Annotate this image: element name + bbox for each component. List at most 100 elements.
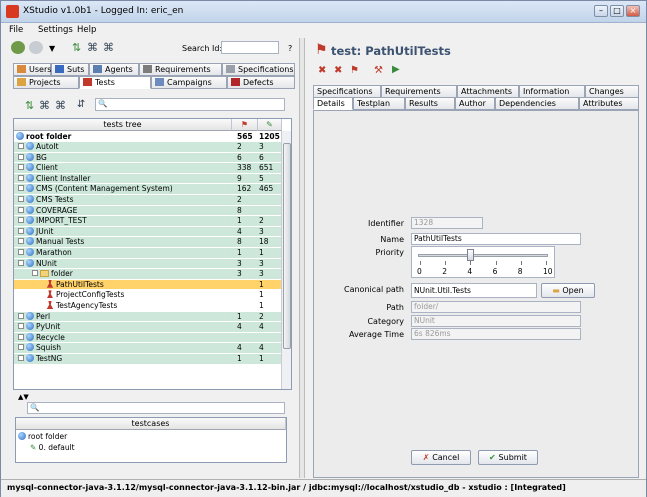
delete-test-icon[interactable]: ✖ — [318, 65, 326, 76]
expand-toggle-icon[interactable] — [32, 270, 38, 277]
tree-row[interactable]: TestAgencyTests 1 — [14, 301, 282, 311]
tree-scrollbar-thumb[interactable] — [283, 143, 291, 349]
tree-root-row[interactable]: root folder 565 1205 — [14, 132, 282, 142]
cancel-button[interactable]: ✗ Cancel — [411, 450, 471, 465]
move-test-icon[interactable]: ⚑ — [350, 65, 359, 76]
expand-toggle-icon[interactable] — [18, 206, 24, 213]
expand-toggle-icon[interactable] — [18, 344, 24, 351]
tab-testplan[interactable]: Testplan — [353, 97, 405, 110]
tree-row[interactable]: Marathon 1 1 — [14, 248, 282, 258]
expand-toggle-icon[interactable] — [18, 185, 24, 192]
tree-refresh-icon[interactable]: ⇅ — [25, 99, 34, 112]
tree-header[interactable]: tests tree — [14, 119, 232, 131]
tree-row[interactable]: folder 3 3 — [14, 269, 282, 279]
testcase-item[interactable]: ✎ 0. default — [30, 443, 75, 452]
tree-row[interactable]: Client Installer 9 5 — [14, 173, 282, 184]
forward-icon[interactable] — [29, 41, 43, 54]
testcase-filter-input[interactable]: 🔍 — [27, 402, 285, 414]
minimize-button[interactable]: – — [594, 5, 608, 17]
close-button[interactable]: × — [626, 5, 640, 17]
expand-toggle-icon[interactable] — [18, 259, 24, 266]
tab-attributes[interactable]: Attributes — [579, 97, 639, 110]
tree-row[interactable]: AutoIt 2 3 — [14, 142, 282, 152]
tree-row[interactable]: PathUtilTests 1 — [14, 279, 282, 290]
expand-toggle-icon[interactable] — [18, 153, 24, 160]
splitter-arrows-icon[interactable]: ▲▼ — [18, 393, 29, 401]
edit-test-icon[interactable]: ⚒ — [374, 65, 383, 76]
open-button[interactable]: ▬ Open — [541, 283, 595, 298]
tab-requirements[interactable]: Requirements — [139, 63, 222, 76]
testcases-count-header-icon[interactable]: ✎ — [258, 119, 282, 131]
help-icon[interactable]: ? — [288, 44, 292, 53]
tab-specifications[interactable]: Specifications — [222, 63, 295, 76]
search-id-input[interactable] — [221, 41, 279, 54]
tree-row[interactable]: CMS (Content Management System) 162 465 — [14, 184, 282, 194]
maximize-button[interactable]: □ — [610, 5, 624, 17]
tree-row-label: PathUtilTests — [56, 279, 104, 289]
tree-expand-icon[interactable]: ⌘ — [39, 99, 50, 112]
tab-tests[interactable]: Tests — [79, 76, 151, 89]
menu-help[interactable]: Help — [77, 25, 96, 35]
tree-collapse-icon[interactable]: ⌘ — [55, 99, 66, 112]
tree-row[interactable]: Client 338 651 — [14, 163, 282, 173]
tab-defects[interactable]: Defects — [227, 76, 295, 89]
testcases-header[interactable]: testcases — [16, 418, 286, 430]
expand-toggle-icon[interactable] — [18, 196, 24, 202]
priority-slider[interactable]: 0 2 4 6 8 10 — [411, 246, 555, 278]
expand-toggle-icon[interactable] — [18, 227, 24, 234]
expand-toggle-icon[interactable] — [18, 355, 24, 361]
tree-scrollbar[interactable] — [281, 131, 291, 389]
expand-all-icon[interactable]: ⌘ — [87, 41, 98, 54]
tests-count-header-icon[interactable]: ⚑ — [232, 119, 258, 131]
refresh-icon[interactable]: ⇅ — [72, 41, 81, 54]
tab-projects[interactable]: Projects — [13, 76, 79, 89]
tree-row[interactable]: TestNG 1 1 — [14, 354, 282, 364]
tab-results[interactable]: Results — [405, 97, 455, 110]
tree-row[interactable]: Recycle — [14, 332, 282, 343]
tree-filter-input[interactable]: 🔍 — [95, 98, 285, 111]
canonical-path-field[interactable]: NUnit.Util.Tests — [411, 283, 537, 298]
expand-toggle-icon[interactable] — [18, 217, 24, 224]
tests-count: 3 — [237, 269, 242, 279]
tree-row[interactable]: JUnit 4 3 — [14, 226, 282, 237]
tree-row[interactable]: Manual Tests 8 18 — [14, 237, 282, 247]
tab-suts[interactable]: Suts — [51, 63, 89, 76]
tree-row[interactable]: IMPORT_TEST 1 2 — [14, 216, 282, 226]
tree-row[interactable]: COVERAGE 8 — [14, 205, 282, 216]
tree-row[interactable]: CMS Tests 2 — [14, 195, 282, 205]
tree-row[interactable]: BG 6 6 — [14, 152, 282, 163]
tree-row[interactable]: Squish 4 4 — [14, 343, 282, 353]
submit-button[interactable]: ✔ Submit — [478, 450, 538, 465]
expand-toggle-icon[interactable] — [18, 312, 24, 319]
panel-splitter[interactable] — [299, 38, 305, 478]
copy-test-icon[interactable]: ✖ — [334, 65, 342, 76]
collapse-all-icon[interactable]: ⌘ — [103, 41, 114, 54]
expand-toggle-icon[interactable] — [18, 238, 24, 245]
expand-toggle-icon[interactable] — [18, 323, 24, 330]
menu-file[interactable]: File — [9, 25, 23, 35]
expand-toggle-icon[interactable] — [18, 333, 24, 340]
tree-row[interactable]: PyUnit 4 4 — [14, 322, 282, 332]
tab-agents[interactable]: Agents — [89, 63, 139, 76]
tree-row[interactable]: Perl 1 2 — [14, 311, 282, 322]
expand-toggle-icon[interactable] — [18, 143, 24, 149]
name-field[interactable]: PathUtilTests — [411, 233, 581, 245]
tab-details[interactable]: Details — [313, 97, 353, 110]
testcases-root-row[interactable]: root folder — [18, 432, 67, 441]
history-dropdown-icon[interactable]: ▼ — [49, 44, 55, 53]
priority-slider-thumb[interactable] — [467, 249, 475, 261]
back-icon[interactable] — [11, 41, 25, 54]
tree-row[interactable]: NUnit 3 3 — [14, 258, 282, 269]
tab-users[interactable]: Users — [13, 63, 51, 76]
tab-author[interactable]: Author — [455, 97, 495, 110]
sort-icon[interactable]: ⇵ — [77, 99, 85, 110]
menu-settings[interactable]: Settings — [38, 25, 73, 35]
expand-toggle-icon[interactable] — [18, 249, 24, 255]
tab-dependencies[interactable]: Dependencies — [495, 97, 579, 110]
tab-campaigns[interactable]: Campaigns — [151, 76, 227, 89]
run-test-icon[interactable]: ▶ — [392, 64, 400, 75]
tree-row[interactable]: ProjectConfigTests 1 — [14, 290, 282, 300]
expand-toggle-icon[interactable] — [18, 174, 24, 181]
expand-toggle-icon[interactable] — [18, 164, 24, 171]
path-field: folder/ — [411, 301, 581, 313]
